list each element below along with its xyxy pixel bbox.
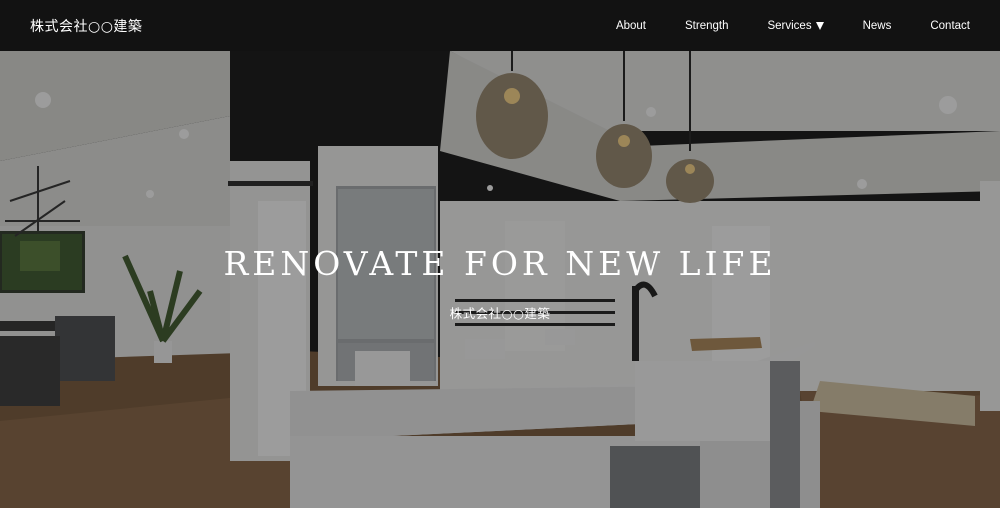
nav-news[interactable]: News: [863, 20, 892, 32]
site-logo[interactable]: 株式会社○○建築: [30, 16, 142, 36]
main-nav: About Strength Services News Contact: [577, 20, 970, 32]
nav-services-label: Services: [767, 19, 812, 32]
caret-down-icon: [815, 21, 824, 30]
hero-title: RENOVATE FOR NEW LIFE: [223, 244, 777, 283]
hero-subtitle: 株式会社○○建築: [449, 306, 551, 321]
nav-services[interactable]: Services: [767, 19, 824, 32]
nav-strength[interactable]: Strength: [685, 20, 728, 32]
nav-about[interactable]: About: [616, 20, 646, 32]
nav-contact[interactable]: Contact: [930, 20, 970, 32]
hero-section: RENOVATE FOR NEW LIFE 株式会社○○建築: [0, 51, 1000, 508]
site-header: 株式会社○○建築 About Strength Services News Co…: [0, 0, 1000, 51]
